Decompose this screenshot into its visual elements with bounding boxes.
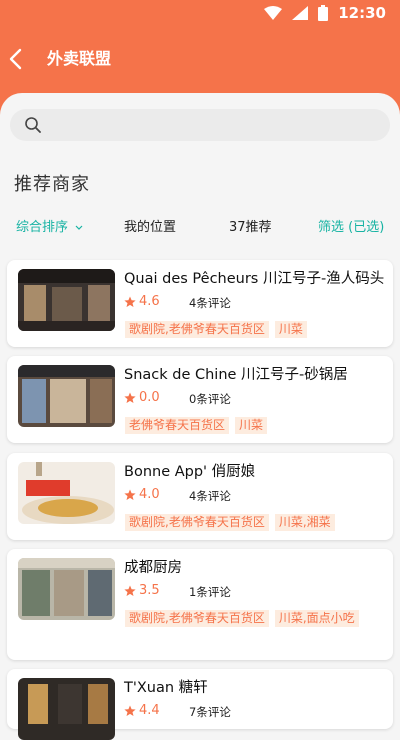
status-bar: 12:30 <box>0 0 400 26</box>
signal-icon <box>292 6 309 20</box>
cuisine-tag: 川菜 <box>274 321 307 338</box>
chevron-down-icon <box>75 225 83 230</box>
star-icon <box>124 392 136 403</box>
sort-dropdown[interactable]: 综合排序 <box>16 216 83 235</box>
restaurant-name: Bonne App' 俏厨娘 <box>124 464 256 480</box>
star-icon <box>124 585 136 596</box>
restaurant-card[interactable]: 成都厨房 3.5 1条评论 歌剧院,老佛爷春天百货区 川菜,面点小吃 <box>7 549 393 660</box>
review-count: 4条评论 <box>189 489 231 503</box>
restaurant-card[interactable]: T'Xuan 糖轩 4.4 7条评论 <box>7 669 393 740</box>
restaurant-photo <box>18 558 115 620</box>
area-tag: 歌剧院,老佛爷春天百货区 <box>125 610 269 627</box>
tag-list: 歌剧院,老佛爷春天百货区 川菜 <box>125 318 387 342</box>
review-count: 1条评论 <box>189 585 231 599</box>
star-icon <box>124 296 136 307</box>
rating: 0.0 <box>124 390 160 405</box>
status-time: 12:30 <box>338 4 386 22</box>
rating: 4.0 <box>124 487 160 502</box>
tag-list: 老佛爷春天百货区 川菜 <box>125 414 387 438</box>
battery-icon <box>318 5 329 21</box>
sort-label: 综合排序 <box>16 220 69 235</box>
filter-button[interactable]: 筛选 (已选) <box>318 216 384 235</box>
wifi-icon <box>264 6 283 20</box>
search-icon <box>25 117 41 133</box>
area-tag: 歌剧院,老佛爷春天百货区 <box>125 514 269 531</box>
restaurant-name: 成都厨房 <box>124 560 182 576</box>
location-filter[interactable]: 我的位置 <box>124 216 176 235</box>
restaurant-photo <box>18 269 115 331</box>
restaurant-name: T'Xuan 糖轩 <box>124 680 208 696</box>
restaurant-photo <box>18 462 115 524</box>
rating-value: 0.0 <box>139 390 160 405</box>
tag-list: 歌剧院,老佛爷春天百货区 川菜,湘菜 <box>125 511 387 535</box>
restaurant-photo <box>18 365 115 427</box>
rating: 4.6 <box>124 294 160 309</box>
section-title: 推荐商家 <box>14 174 90 195</box>
restaurant-photo <box>18 678 115 740</box>
area-tag: 老佛爷春天百货区 <box>125 417 230 434</box>
cuisine-tag: 川菜,面点小吃 <box>274 610 359 627</box>
review-count: 0条评论 <box>189 392 231 406</box>
rating-value: 4.0 <box>139 487 160 502</box>
filter-bar: 综合排序 我的位置 37推荐 筛选 (已选) <box>0 216 400 238</box>
review-count: 7条评论 <box>189 705 231 719</box>
tag-list: 歌剧院,老佛爷春天百货区 川菜,面点小吃 <box>125 607 387 631</box>
search-input[interactable] <box>10 109 390 141</box>
area-tag: 歌剧院,老佛爷春天百货区 <box>125 321 269 338</box>
rating: 3.5 <box>124 583 160 598</box>
back-arrow-icon[interactable] <box>6 48 26 70</box>
cuisine-tag: 川菜,湘菜 <box>274 514 335 531</box>
rating-value: 4.6 <box>139 294 160 309</box>
app-bar: 外卖联盟 <box>0 36 400 76</box>
restaurant-name: Snack de Chine 川江号子-砂锅居 <box>124 367 348 383</box>
page-title: 外卖联盟 <box>47 49 112 68</box>
recommend-filter[interactable]: 37推荐 <box>229 216 272 235</box>
restaurant-card[interactable]: Bonne App' 俏厨娘 4.0 4条评论 歌剧院,老佛爷春天百货区 川菜,湘… <box>7 453 393 540</box>
rating-value: 3.5 <box>139 583 160 598</box>
star-icon <box>124 489 136 500</box>
cuisine-tag: 川菜 <box>235 417 268 434</box>
restaurant-card[interactable]: Quai des Pêcheurs 川江号子-渔人码头 4.6 4条评论 歌剧院… <box>7 260 393 347</box>
restaurant-name: Quai des Pêcheurs 川江号子-渔人码头 <box>124 271 385 287</box>
review-count: 4条评论 <box>189 296 231 310</box>
restaurant-card[interactable]: Snack de Chine 川江号子-砂锅居 0.0 0条评论 老佛爷春天百货… <box>7 356 393 443</box>
